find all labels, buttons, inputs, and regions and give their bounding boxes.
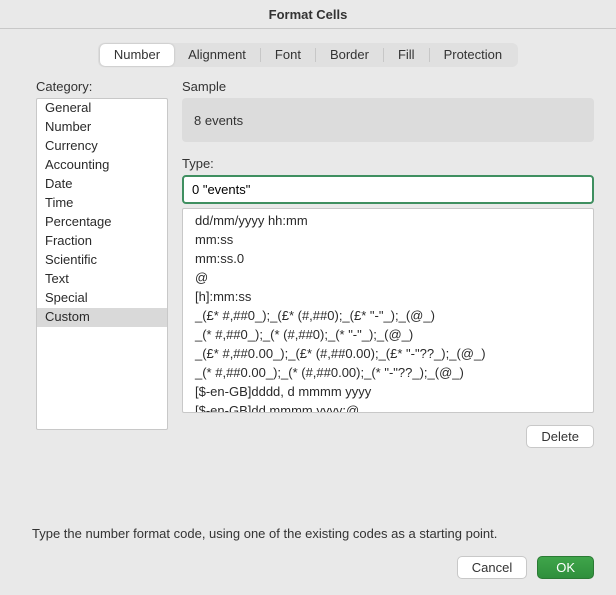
- sample-label: Sample: [182, 79, 594, 94]
- tab-group: Number Alignment Font Border Fill Protec…: [98, 43, 518, 67]
- category-label: Category:: [36, 79, 168, 94]
- format-code-item[interactable]: _(£* #,##0.00_);_(£* (#,##0.00);_(£* "-"…: [183, 344, 593, 363]
- category-item-currency[interactable]: Currency: [37, 137, 167, 156]
- category-item-scientific[interactable]: Scientific: [37, 251, 167, 270]
- format-code-item[interactable]: _(* #,##0_);_(* (#,##0);_(* "-"_);_(@_): [183, 325, 593, 344]
- type-section: Type: dd/mm/yyyy hh:mmmm:ssmm:ss.0@[h]:m…: [182, 156, 594, 448]
- format-code-item[interactable]: _(* #,##0.00_);_(* (#,##0.00);_(* "-"??_…: [183, 363, 593, 382]
- format-code-item[interactable]: dd/mm/yyyy hh:mm: [183, 211, 593, 230]
- category-item-accounting[interactable]: Accounting: [37, 156, 167, 175]
- type-label: Type:: [182, 156, 594, 171]
- category-column: Category: GeneralNumberCurrencyAccountin…: [36, 79, 168, 448]
- category-item-percentage[interactable]: Percentage: [37, 213, 167, 232]
- content-area: Category: GeneralNumberCurrencyAccountin…: [0, 79, 616, 448]
- delete-row: Delete: [182, 425, 594, 448]
- tabs-container: Number Alignment Font Border Fill Protec…: [0, 29, 616, 79]
- format-code-item[interactable]: [$-en-GB]dd mmmm yyyy;@: [183, 401, 593, 413]
- details-column: Sample 8 events Type: dd/mm/yyyy hh:mmmm…: [182, 79, 594, 448]
- category-item-general[interactable]: General: [37, 99, 167, 118]
- category-item-fraction[interactable]: Fraction: [37, 232, 167, 251]
- format-code-item[interactable]: @: [183, 268, 593, 287]
- format-code-item[interactable]: mm:ss: [183, 230, 593, 249]
- format-code-item[interactable]: mm:ss.0: [183, 249, 593, 268]
- category-item-number[interactable]: Number: [37, 118, 167, 137]
- hint-text: Type the number format code, using one o…: [32, 526, 497, 541]
- type-input[interactable]: [182, 175, 594, 204]
- category-item-special[interactable]: Special: [37, 289, 167, 308]
- tab-protection[interactable]: Protection: [430, 44, 517, 66]
- format-code-item[interactable]: [h]:mm:ss: [183, 287, 593, 306]
- tab-fill[interactable]: Fill: [384, 44, 429, 66]
- format-code-item[interactable]: _(£* #,##0_);_(£* (#,##0);_(£* "-"_);_(@…: [183, 306, 593, 325]
- dialog-footer: Cancel OK: [457, 556, 594, 579]
- category-list[interactable]: GeneralNumberCurrencyAccountingDateTimeP…: [36, 98, 168, 430]
- tab-alignment[interactable]: Alignment: [174, 44, 260, 66]
- cancel-button[interactable]: Cancel: [457, 556, 527, 579]
- tab-font[interactable]: Font: [261, 44, 315, 66]
- sample-preview: 8 events: [182, 98, 594, 142]
- dialog-title: Format Cells: [0, 0, 616, 28]
- delete-button[interactable]: Delete: [526, 425, 594, 448]
- format-code-list[interactable]: dd/mm/yyyy hh:mmmm:ssmm:ss.0@[h]:mm:ss_(…: [182, 208, 594, 413]
- category-item-date[interactable]: Date: [37, 175, 167, 194]
- format-code-item[interactable]: [$-en-GB]dddd, d mmmm yyyy: [183, 382, 593, 401]
- ok-button[interactable]: OK: [537, 556, 594, 579]
- category-item-text[interactable]: Text: [37, 270, 167, 289]
- tab-number[interactable]: Number: [100, 44, 174, 66]
- category-item-custom[interactable]: Custom: [37, 308, 167, 327]
- category-item-time[interactable]: Time: [37, 194, 167, 213]
- tab-border[interactable]: Border: [316, 44, 383, 66]
